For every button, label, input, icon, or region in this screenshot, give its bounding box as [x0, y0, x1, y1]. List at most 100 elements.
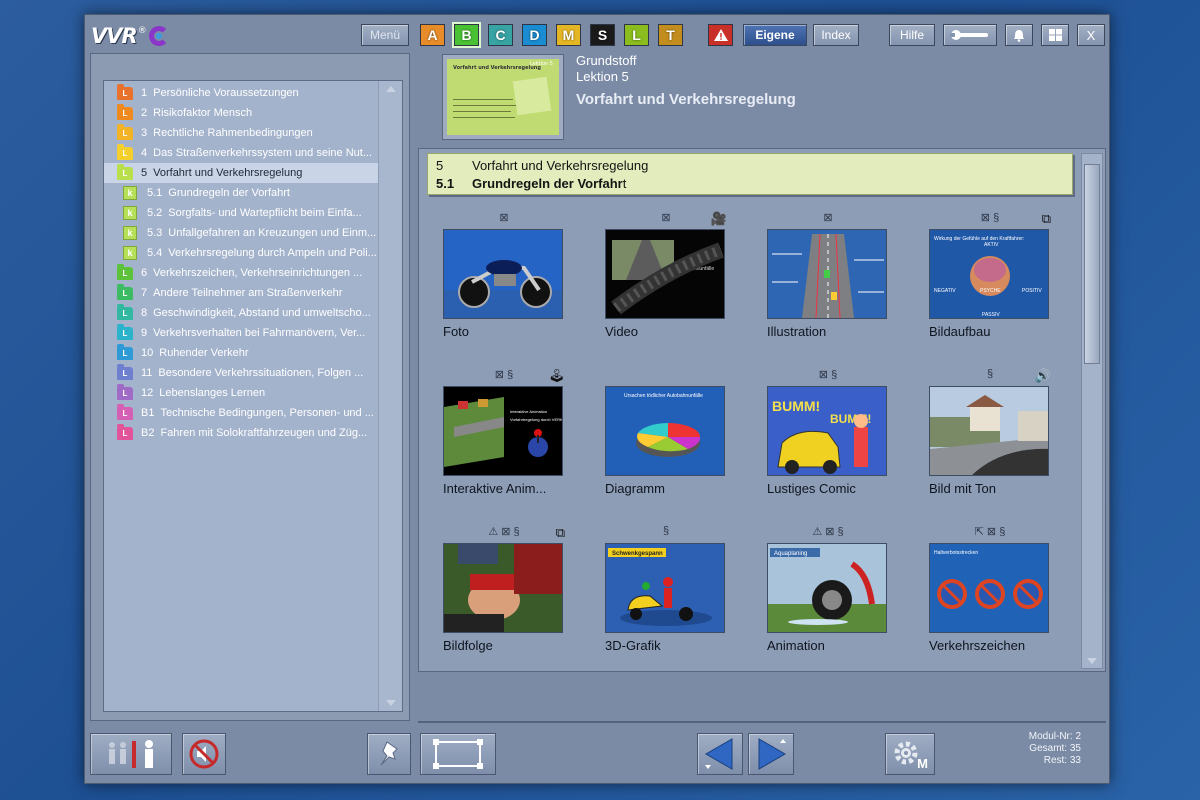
module-total-label: Gesamt: [1029, 743, 1068, 754]
tree-item-label: Rechtliche Rahmenbedingungen [153, 127, 313, 139]
lesson-thumbnail[interactable]: Vorfahrt und Verkehrsregelung Lektion 5 [442, 54, 564, 140]
tree-subitem[interactable]: k 5.2 Sorgfalts- und Wartepflicht beim Ein… [104, 203, 378, 223]
media-tile[interactable]: ⊠ § ⧉ Wirkung der Gefühle auf den Kraftfah… [929, 211, 1079, 341]
persons-button[interactable] [90, 733, 172, 775]
lesson-header: Grundstoff Lektion 5 Vorfahrt und Verkeh… [576, 53, 796, 108]
media-tile[interactable]: ⊠ § BUMM! BUMM! Lustiges Comic [767, 368, 917, 498]
media-caption: Video [605, 324, 639, 339]
folder-icon: L [117, 343, 133, 360]
sound-toggle-button[interactable] [182, 733, 226, 775]
svg-text:Vorfahrtregelung durch VERKEHR: Vorfahrtregelung durch VERKEHRSZEICHEN ! [510, 417, 563, 422]
tree-item[interactable]: L 6 Verkehrszeichen, Verkehrseinrichtungen… [104, 263, 378, 283]
comic-still: BUMM!BUMM! [768, 387, 886, 475]
persons-icon [109, 740, 153, 768]
media-thumbnail[interactable]: Ursachen tödlicher Autobahnunfälle [605, 386, 725, 476]
windows-button[interactable] [1041, 24, 1069, 46]
media-thumbnail[interactable] [443, 229, 563, 319]
tree-item[interactable]: L 9 Verkehrsverhalten bei Fahrmanövern, Ve… [104, 323, 378, 343]
thumbnail-line [453, 99, 513, 100]
category-button-d[interactable]: D [522, 24, 547, 46]
tree-item-label: Sorgfalts- und Wartepflicht beim Einfa..… [168, 207, 362, 219]
media-thumbnail[interactable] [929, 386, 1049, 476]
media-thumbnail[interactable]: Autobahnunfälle [605, 229, 725, 319]
tree-item-number: 5.4 [147, 247, 163, 259]
media-tile[interactable]: § 🔊 Bild mit Ton [929, 368, 1079, 498]
media-thumbnail[interactable]: Wirkung der Gefühle auf den Kraftfahrer:… [929, 229, 1049, 319]
close-button[interactable]: X [1077, 24, 1105, 46]
media-tile[interactable]: ⚠ ⊠ § ⧉ Bildfolge [443, 525, 593, 655]
tree-item[interactable]: L 5 Vorfahrt und Verkehrsregelung [104, 163, 378, 183]
content-scroll-thumb[interactable] [1084, 164, 1100, 364]
media-tile[interactable]: ⊠ § 🕹 Interaktive Animation Vorfahrtregelun… [443, 368, 593, 498]
media-tile[interactable]: § Schwenkgespann 3D-Grafik [605, 525, 755, 655]
tree-item[interactable]: L 3 Rechtliche Rahmenbedingungen [104, 123, 378, 143]
tree-subitem[interactable]: k 5.3 Unfallgefahren an Kreuzungen und Ein… [104, 223, 378, 243]
tree-item[interactable]: L 12 Lebenslanges Lernen [104, 383, 378, 403]
scroll-down-icon[interactable] [1087, 658, 1097, 664]
tree-item[interactable]: L B2 Fahren mit Solokraftfahrzeugen und Zü… [104, 423, 378, 443]
media-thumbnail[interactable]: Interaktive Animation Vorfahrtregelung du… [443, 386, 563, 476]
tree-item-number: 10 [141, 347, 154, 359]
media-thumbnail[interactable]: BUMM! BUMM! [767, 386, 887, 476]
tree-subitem[interactable]: k 5.4 Verkehrsregelung durch Ampeln und Po… [104, 243, 378, 263]
tree-item[interactable]: L B1 Technische Bedingungen, Personen- und… [104, 403, 378, 423]
road-illustration [768, 230, 886, 318]
tree-item[interactable]: L 2 Risikofaktor Mensch [104, 103, 378, 123]
media-caption: Diagramm [605, 481, 665, 496]
media-tile[interactable]: ⚠ ⊠ § Aquaplaning Animation [767, 525, 917, 655]
media-tile[interactable]: ⊠ 🎥 Autobahnunfälle Video [605, 211, 755, 341]
media-thumbnail[interactable]: Aquaplaning [767, 543, 887, 633]
top-toolbar: VVR ® Menü ABCDMSLT Eigene Index Hilfe X [85, 15, 1109, 55]
media-attribute-icons: § [662, 525, 670, 537]
notification-button[interactable] [1005, 24, 1033, 46]
media-type-icon: 🕹 [548, 368, 565, 383]
tree-subitem[interactable]: k 5.1 Grundregeln der Vorfahrt [104, 183, 378, 203]
tree-item[interactable]: L 4 Das Straßenverkehrssystem und seine Nu… [104, 143, 378, 163]
tree-item[interactable]: L 1 Persönliche Voraussetzungen [104, 83, 378, 103]
warning-category-button[interactable] [708, 24, 733, 46]
media-thumbnail[interactable]: Haltverbotsstrecken [929, 543, 1049, 633]
media-thumbnail[interactable] [767, 229, 887, 319]
media-content-panel: 5 Vorfahrt und Verkehrsregelung 5.1 Grundr… [418, 148, 1106, 672]
index-button[interactable]: Index [813, 24, 859, 46]
document-icon: k [123, 226, 137, 240]
folder-icon: L [117, 383, 133, 400]
settings-button[interactable]: M [885, 733, 935, 775]
tree-scrollbar[interactable] [378, 81, 402, 711]
category-button-b[interactable]: B [454, 24, 479, 46]
pin-button[interactable] [367, 733, 411, 775]
chapter-row: 5 Vorfahrt und Verkehrsregelung [436, 158, 648, 173]
media-attribute-icons: ⚠ ⊠ § [488, 526, 520, 538]
lesson-tree: L 1 Persönliche Voraussetzungen L 2 Risikofak… [103, 80, 403, 712]
menu-button[interactable]: Menü [361, 24, 409, 46]
media-thumbnail[interactable] [443, 543, 563, 633]
media-attribute-icons: ⊠ § [980, 212, 1000, 224]
media-tile[interactable]: ⊠ Illustration [767, 211, 917, 341]
tools-button[interactable] [943, 24, 997, 46]
tree-item[interactable]: L 7 Andere Teilnehmer am Straßenverkehr [104, 283, 378, 303]
help-button[interactable]: Hilfe [889, 24, 935, 46]
category-button-s[interactable]: S [590, 24, 615, 46]
category-button-l[interactable]: L [624, 24, 649, 46]
media-thumbnail[interactable]: Schwenkgespann [605, 543, 725, 633]
settings-label: M [917, 756, 928, 771]
eigene-button[interactable]: Eigene [743, 24, 807, 46]
media-tile[interactable]: ⇱ ⊠ § Haltverbotsstrecken Verkehrszeichen [929, 525, 1079, 655]
category-button-a[interactable]: A [420, 24, 445, 46]
category-button-t[interactable]: T [658, 24, 683, 46]
media-tile[interactable]: ⊠ Foto [443, 211, 593, 341]
content-scrollbar[interactable] [1081, 153, 1103, 669]
next-button[interactable] [748, 733, 794, 775]
tree-item-label: Verkehrsregelung durch Ampeln und Poli..… [168, 247, 377, 259]
media-tile[interactable]: Ursachen tödlicher Autobahnunfälle Diagra… [605, 368, 755, 498]
category-button-m[interactable]: M [556, 24, 581, 46]
scroll-up-icon[interactable] [386, 86, 396, 92]
tree-item[interactable]: L 11 Besondere Verkehrssituationen, Folgen… [104, 363, 378, 383]
category-button-c[interactable]: C [488, 24, 513, 46]
media-caption: Foto [443, 324, 470, 339]
fullscreen-button[interactable] [420, 733, 496, 775]
tree-item[interactable]: L 10 Ruhender Verkehr [104, 343, 378, 363]
tree-item[interactable]: L 8 Geschwindigkeit, Abstand und umweltsch… [104, 303, 378, 323]
scroll-down-icon[interactable] [386, 700, 396, 706]
previous-button[interactable] [697, 733, 743, 775]
